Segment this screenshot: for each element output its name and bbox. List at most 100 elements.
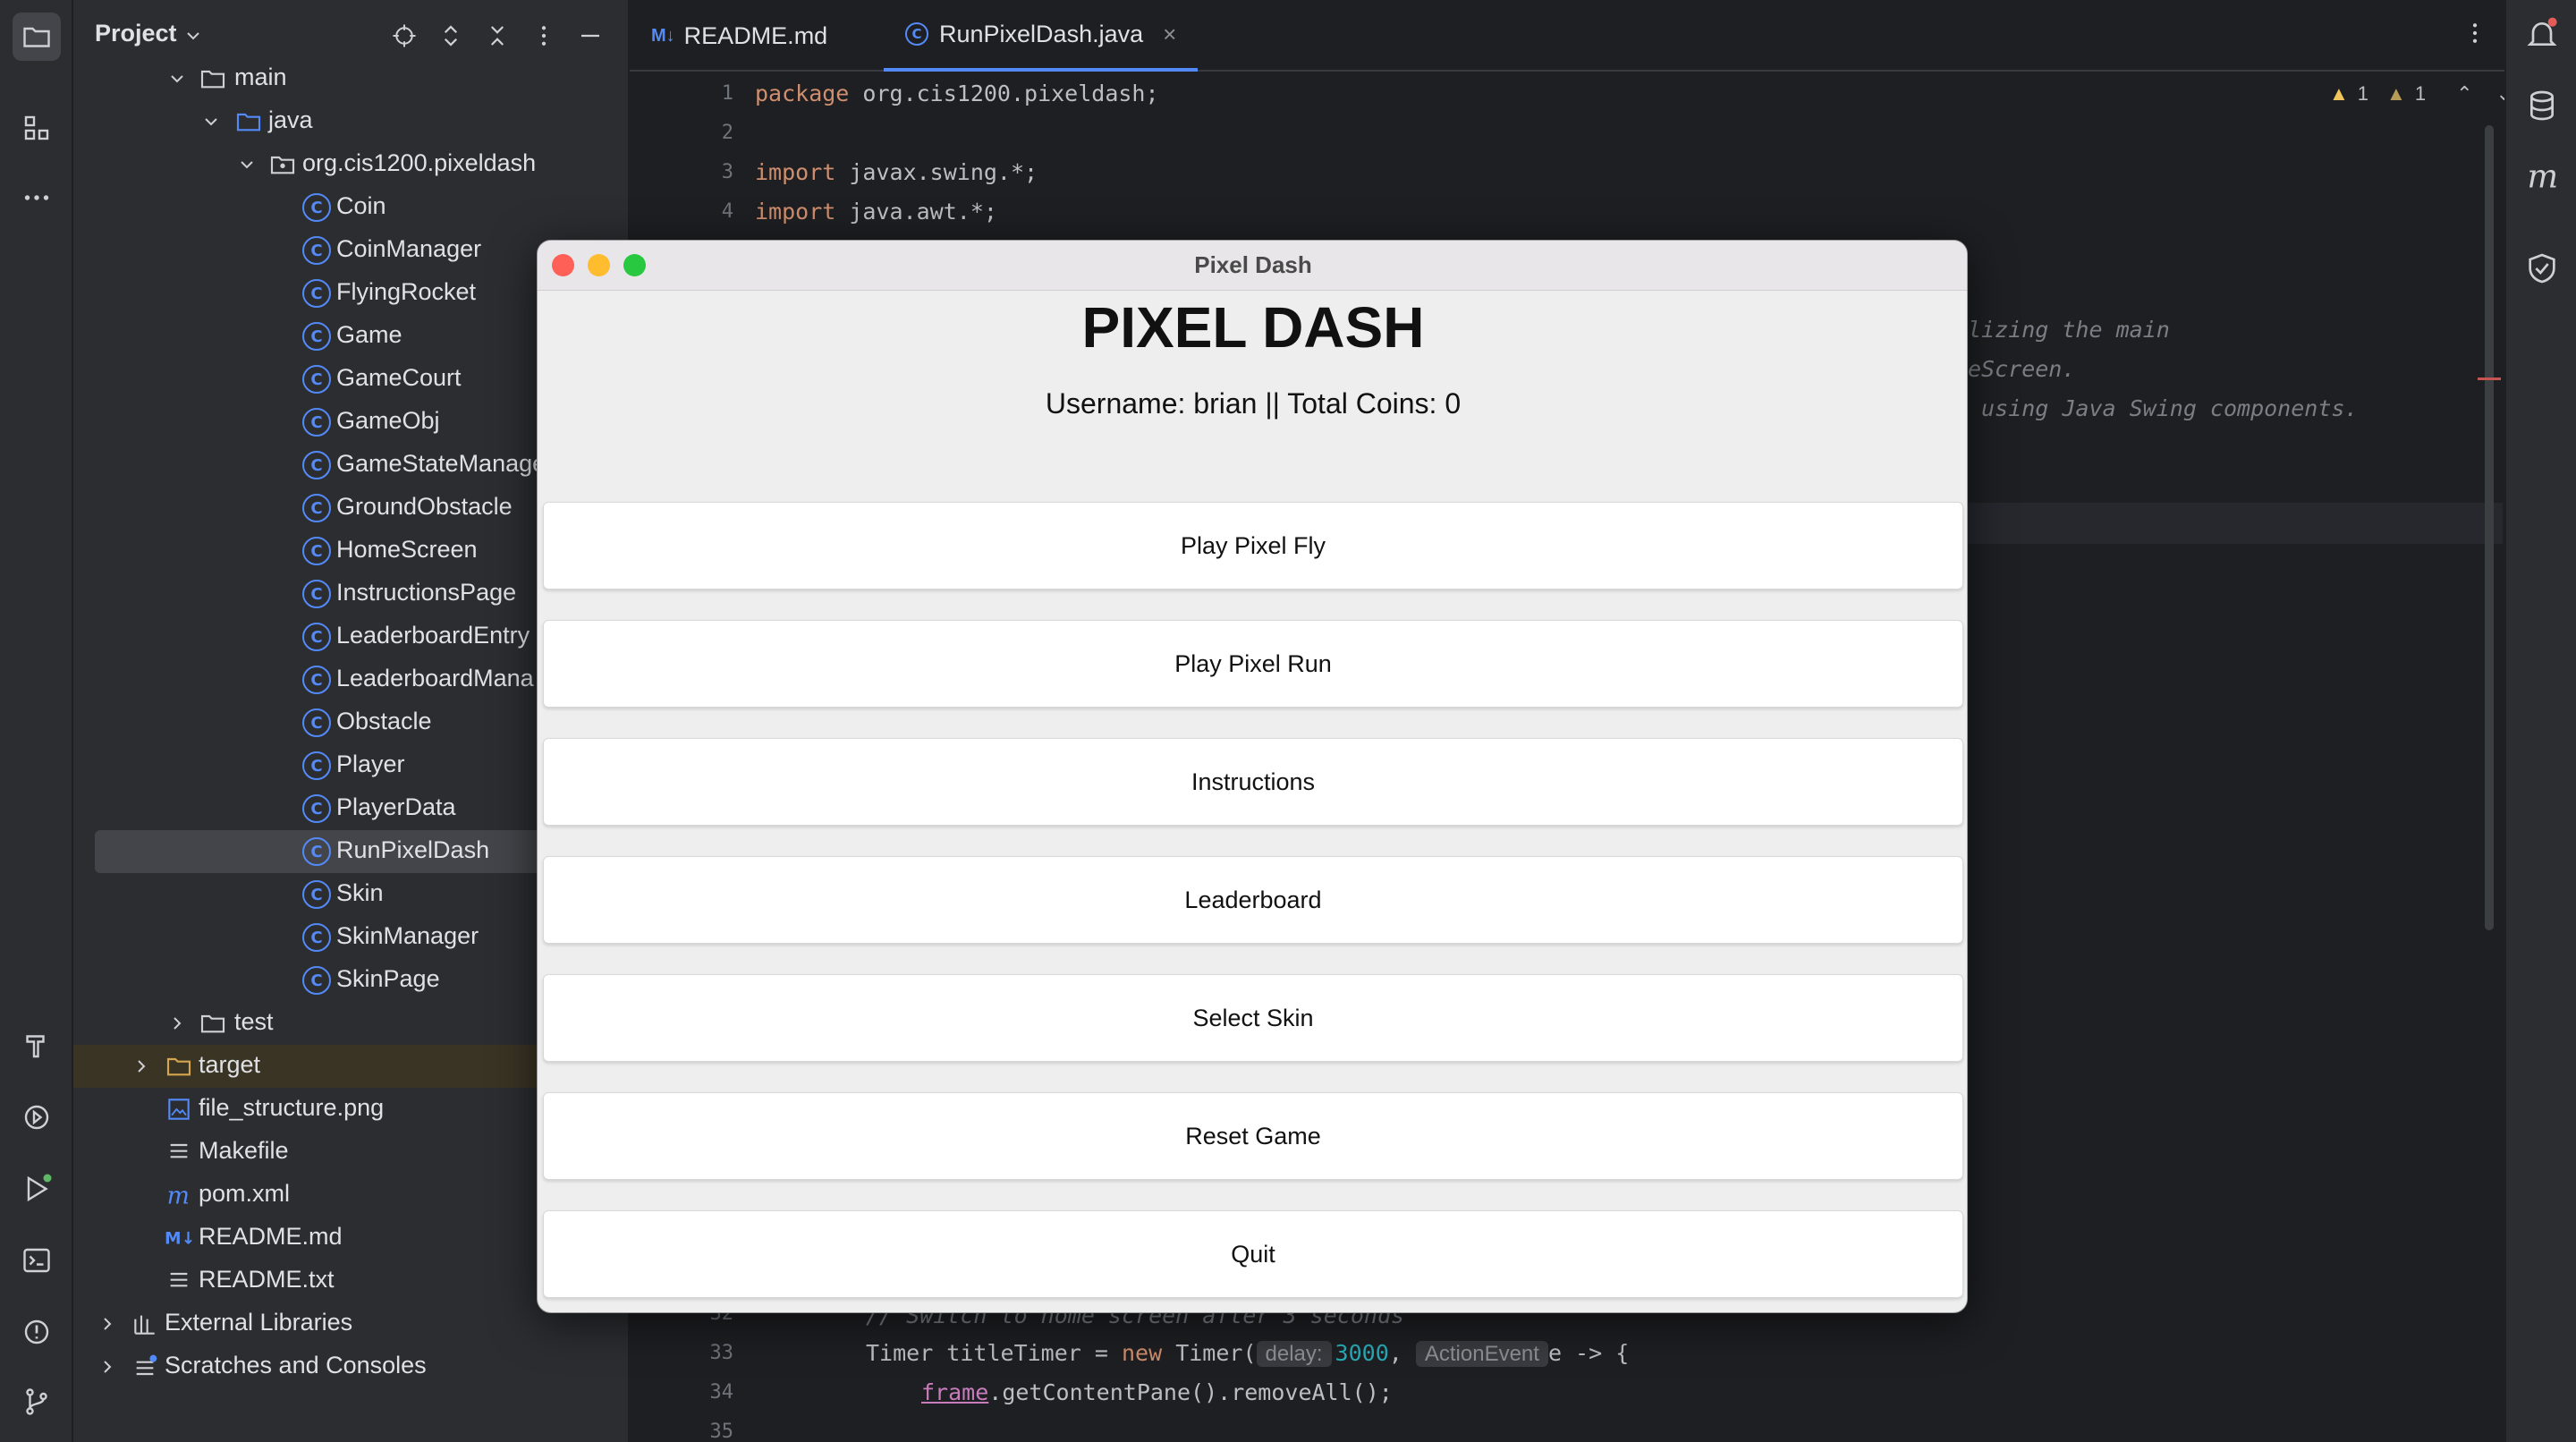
chevron-right-icon[interactable] (97, 1313, 118, 1335)
tree-row-scratches[interactable]: Scratches and Consoles (73, 1345, 628, 1388)
maven-icon[interactable]: m (2524, 159, 2560, 195)
java-class-icon: C (302, 494, 331, 522)
warning-icon: ▲ (2329, 82, 2349, 105)
tree-label: SkinPage (336, 965, 440, 992)
collapse-all-icon[interactable] (481, 20, 513, 52)
chevron-down-icon[interactable] (184, 27, 202, 45)
tree-label: GameObj (336, 407, 440, 434)
window-title: Pixel Dash (1194, 251, 1312, 278)
terminal-icon (23, 1248, 50, 1273)
window-titlebar[interactable]: Pixel Dash (538, 241, 1967, 291)
java-class-icon: C (302, 880, 331, 909)
security-shield-icon[interactable] (2524, 250, 2560, 286)
tab-readme[interactable]: M↓ README.md (651, 0, 827, 72)
number-literal: 3000 (1335, 1340, 1389, 1366)
code-text: org.cis1200.pixeldash; (849, 81, 1159, 106)
java-class-icon: C (302, 708, 331, 737)
tab-options-icon[interactable] (2462, 20, 2488, 51)
excluded-folder-icon (166, 1057, 191, 1076)
error-stripe-marker[interactable] (2478, 377, 2501, 380)
parameter-hint: delay: (1256, 1341, 1332, 1367)
tree-row-main[interactable]: main (73, 57, 628, 100)
chevron-right-icon[interactable] (166, 1013, 188, 1034)
options-icon[interactable] (528, 20, 560, 52)
line-number: 34 (709, 1381, 734, 1404)
chevron-down-icon[interactable] (166, 68, 188, 89)
close-icon[interactable]: × (1163, 21, 1176, 48)
code-line[interactable]: import javax.swing.*; (755, 159, 1038, 185)
line-number: 3 (721, 161, 733, 183)
tree-row-package[interactable]: org.cis1200.pixeldash (73, 143, 628, 186)
git-branch-icon (26, 1388, 47, 1415)
project-panel-title[interactable]: Project (95, 20, 177, 47)
locate-icon[interactable] (388, 20, 420, 52)
terminal-tool-button[interactable] (13, 1236, 61, 1285)
tree-row-class[interactable]: C Coin (73, 186, 628, 229)
code-line[interactable]: package org.cis1200.pixeldash; (755, 81, 1159, 106)
chevron-right-icon[interactable] (97, 1356, 118, 1378)
expand-all-icon[interactable] (435, 20, 467, 52)
chevron-up-icon[interactable]: ⌃ (2456, 82, 2472, 106)
java-class-icon: C (302, 236, 331, 265)
keyword: import (755, 199, 836, 225)
build-tool-button[interactable] (13, 1022, 61, 1070)
inspection-widget[interactable]: ▲1 ▲1 ⌃ ⌄ (2329, 82, 2512, 106)
editor-scrollbar[interactable] (2485, 125, 2494, 930)
services-tool-button[interactable] (13, 1093, 61, 1141)
scratches-icon (136, 1354, 157, 1376)
type-hint: ActionEvent (1415, 1341, 1548, 1367)
chevron-down-icon[interactable] (200, 111, 222, 132)
git-tool-button[interactable] (13, 1378, 61, 1426)
run-tool-button[interactable] (13, 1165, 61, 1213)
keyword: import (755, 159, 836, 185)
problems-tool-button[interactable] (13, 1308, 61, 1356)
reset-game-button[interactable]: Reset Game (543, 1092, 1963, 1180)
tree-label: GroundObstacle (336, 493, 513, 520)
tree-label: Coin (336, 192, 386, 219)
database-icon[interactable] (2524, 88, 2560, 123)
more-tools-button[interactable] (13, 174, 61, 222)
code-line[interactable]: frame.getContentPane().removeAll(); (921, 1379, 1393, 1405)
warning-count: 1 (2357, 82, 2369, 105)
code-text: Timer titleTimer = (866, 1340, 1122, 1366)
tree-label: Obstacle (336, 708, 432, 734)
chevron-down-icon[interactable] (236, 154, 258, 175)
run-icon (27, 1174, 52, 1202)
svg-text:M↓: M↓ (165, 1230, 193, 1249)
doc-comment: using Java Swing components. (1968, 395, 2359, 421)
project-tool-button[interactable] (13, 13, 61, 61)
text-file-icon (170, 1143, 188, 1158)
tree-label: PlayerData (336, 793, 456, 820)
select-skin-button[interactable]: Select Skin (543, 974, 1963, 1062)
code-line[interactable]: import java.awt.*; (755, 199, 997, 225)
chevron-right-icon[interactable] (131, 1056, 152, 1077)
hide-panel-icon[interactable] (574, 20, 606, 52)
tab-label: README.md (683, 21, 828, 49)
text-file-icon (170, 1272, 188, 1287)
package-icon (270, 156, 295, 174)
left-tool-strip (0, 0, 73, 1442)
tree-label: GameStateManage (336, 450, 547, 477)
leaderboard-button[interactable]: Leaderboard (543, 856, 1963, 944)
folder-icon (200, 1014, 225, 1033)
tree-label: SkinManager (336, 922, 479, 949)
quit-button[interactable]: Quit (543, 1210, 1963, 1298)
notifications-icon[interactable] (2524, 16, 2560, 52)
tree-row-java[interactable]: java (73, 100, 628, 143)
java-class-icon: C (302, 751, 331, 780)
doc-comment: eScreen. (1968, 356, 2076, 382)
tree-label: RunPixelDash (336, 836, 490, 863)
tree-label: Player (336, 751, 405, 777)
weak-warning-icon: ▲ (2386, 82, 2406, 105)
tree-label: target (199, 1051, 261, 1078)
tree-label: Game (336, 321, 402, 348)
folder-icon (23, 27, 50, 47)
tree-label: CoinManager (336, 235, 482, 262)
code-line[interactable]: Timer titleTimer = new Timer(delay: 3000,… (866, 1340, 1629, 1367)
java-class-icon: C (302, 966, 331, 995)
structure-tool-button[interactable] (13, 104, 61, 152)
tab-runpixeldash[interactable]: C RunPixelDash.java × (884, 0, 1199, 72)
play-pixel-fly-button[interactable]: Play Pixel Fly (543, 502, 1963, 590)
play-pixel-run-button[interactable]: Play Pixel Run (543, 620, 1963, 708)
instructions-button[interactable]: Instructions (543, 738, 1963, 826)
